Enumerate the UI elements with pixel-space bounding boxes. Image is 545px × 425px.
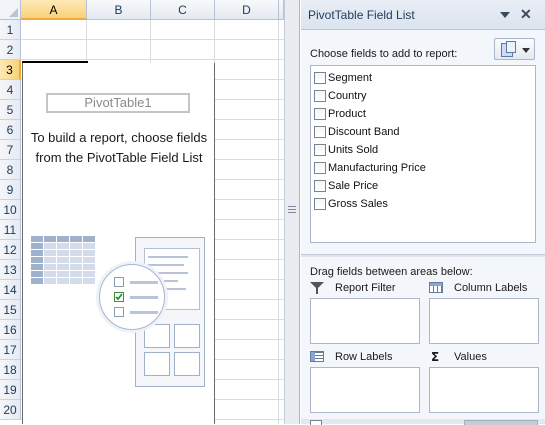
field-item[interactable]: Segment	[314, 70, 372, 86]
pivot-illustration-checklist-icon	[99, 264, 165, 330]
field-label[interactable]: Product	[328, 108, 366, 120]
defer-update-checkbox[interactable]	[310, 420, 322, 425]
field-item[interactable]: Manufacturing Price	[314, 160, 426, 176]
row-header-7[interactable]: 7	[0, 140, 21, 160]
row-gridline	[21, 39, 284, 40]
pivot-illustration-grid-icon	[31, 236, 95, 288]
column-labels-icon	[429, 282, 443, 293]
field-checkbox[interactable]	[314, 162, 326, 174]
row-header-20[interactable]: 20	[0, 400, 21, 420]
pane-title-bar: PivotTable Field List ✕	[301, 0, 545, 30]
pane-splitter[interactable]	[284, 0, 300, 424]
field-checkbox[interactable]	[314, 126, 326, 138]
column-header-b[interactable]: B	[87, 0, 151, 20]
pivot-instructions: To build a report, choose fields from th…	[30, 130, 208, 165]
row-header-3[interactable]: 3	[0, 60, 21, 80]
field-item[interactable]: Sale Price	[314, 178, 378, 194]
row-header-17[interactable]: 17	[0, 340, 21, 360]
report-filter-label: Report Filter	[335, 282, 396, 294]
row-header-13[interactable]: 13	[0, 260, 21, 280]
field-label[interactable]: Discount Band	[328, 126, 400, 138]
row-labels-label: Row Labels	[335, 351, 393, 363]
column-header-d[interactable]: D	[215, 0, 279, 20]
column-labels-label: Column Labels	[454, 282, 528, 294]
choose-fields-label: Choose fields to add to report:	[310, 48, 458, 60]
field-checkbox[interactable]	[314, 144, 326, 156]
row-header-16[interactable]: 16	[0, 320, 21, 340]
field-label[interactable]: Sale Price	[328, 180, 378, 192]
row-header-1[interactable]: 1	[0, 20, 21, 40]
row-labels-icon	[310, 351, 324, 362]
row-header-2[interactable]: 2	[0, 40, 21, 60]
update-button[interactable]	[464, 420, 538, 425]
chevron-down-icon	[522, 48, 530, 53]
row-header-14[interactable]: 14	[0, 280, 21, 300]
values-drop-area[interactable]	[429, 367, 539, 413]
column-header-c[interactable]: C	[151, 0, 215, 20]
field-label[interactable]: Country	[328, 90, 367, 102]
column-gridline	[278, 20, 279, 424]
column-header-a[interactable]: A	[21, 0, 87, 20]
splitter-grip-icon[interactable]	[288, 206, 296, 207]
row-header-19[interactable]: 19	[0, 380, 21, 400]
select-all-corner[interactable]	[0, 0, 21, 20]
field-label[interactable]: Manufacturing Price	[328, 162, 426, 174]
field-checkbox[interactable]	[314, 108, 326, 120]
field-list[interactable]: Segment Country Product Discount Band Units …	[310, 65, 536, 243]
field-label[interactable]: Gross Sales	[328, 198, 388, 210]
field-item[interactable]: Discount Band	[314, 124, 400, 140]
row-header-9[interactable]: 9	[0, 180, 21, 200]
row-header-8[interactable]: 8	[0, 160, 21, 180]
column-labels-drop-area[interactable]	[429, 298, 539, 344]
field-checkbox[interactable]	[314, 180, 326, 192]
drag-fields-label: Drag fields between areas below:	[310, 266, 473, 278]
worksheet[interactable]: A B C D 1 2 3 4 5 6 7 8 9 10 11 12 13 14 15 16 17 18 19 20 …	[0, 0, 284, 424]
row-header-4[interactable]: 4	[0, 80, 21, 100]
close-icon[interactable]: ✕	[520, 7, 532, 21]
pivot-field-list-pane: PivotTable Field List ✕ Choose fields to…	[300, 0, 545, 425]
pane-divider[interactable]	[301, 254, 545, 257]
values-label: Values	[454, 351, 487, 363]
row-labels-drop-area[interactable]	[310, 367, 420, 413]
field-list-layout-button[interactable]	[494, 38, 535, 60]
field-item[interactable]: Country	[314, 88, 367, 104]
values-header: Σ Values	[429, 349, 539, 365]
row-header-15[interactable]: 15	[0, 300, 21, 320]
row-header-11[interactable]: 11	[0, 220, 21, 240]
field-checkbox[interactable]	[314, 90, 326, 102]
row-header-18[interactable]: 18	[0, 360, 21, 380]
column-labels-header: Column Labels	[429, 280, 539, 296]
sigma-icon: Σ	[431, 350, 440, 364]
filter-funnel-icon	[310, 282, 324, 294]
dropdown-arrow-icon[interactable]	[500, 12, 510, 18]
pivot-table-name: PivotTable1	[46, 93, 190, 113]
field-checkbox[interactable]	[314, 72, 326, 84]
field-item[interactable]: Product	[314, 106, 366, 122]
row-header-5[interactable]: 5	[0, 100, 21, 120]
report-filter-header: Report Filter	[310, 280, 420, 296]
field-label[interactable]: Segment	[328, 72, 372, 84]
row-header-6[interactable]: 6	[0, 120, 21, 140]
row-header-12[interactable]: 12	[0, 240, 21, 260]
field-list-layout-icon	[501, 41, 516, 57]
field-label[interactable]: Units Sold	[328, 144, 378, 156]
row-gridline	[21, 59, 284, 60]
row-labels-header: Row Labels	[310, 349, 420, 365]
field-checkbox[interactable]	[314, 198, 326, 210]
row-header-10[interactable]: 10	[0, 200, 21, 220]
pane-footer	[301, 419, 545, 425]
field-item[interactable]: Units Sold	[314, 142, 378, 158]
report-filter-drop-area[interactable]	[310, 298, 420, 344]
pane-title: PivotTable Field List	[308, 8, 415, 22]
field-item[interactable]: Gross Sales	[314, 196, 388, 212]
